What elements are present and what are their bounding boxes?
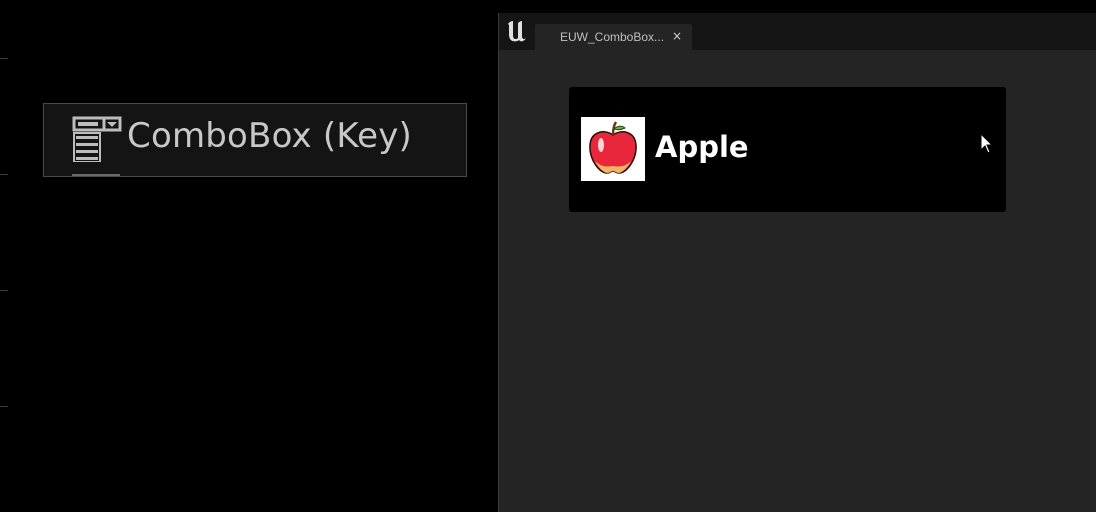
tab-euw-combobox[interactable]: EUW_ComboBox... × bbox=[535, 24, 692, 50]
selected-value: Apple bbox=[655, 130, 749, 164]
ruler-tick bbox=[0, 406, 8, 407]
editor-titlebar: EUW_ComboBox... × bbox=[499, 13, 1096, 50]
screen: ComboBox (Key) EUW_ComboBox... × Apple bbox=[0, 0, 1096, 512]
ruler-tick bbox=[0, 174, 8, 175]
ruler-tick bbox=[0, 290, 8, 291]
close-icon[interactable]: × bbox=[670, 28, 684, 44]
tab-label: EUW_ComboBox... bbox=[560, 30, 665, 44]
ruler-tick bbox=[0, 58, 8, 59]
combobox-preview[interactable]: Apple bbox=[569, 87, 1006, 212]
palette-item-label: ComboBox (Key) bbox=[127, 116, 413, 156]
editor-window: EUW_ComboBox... × Apple bbox=[498, 13, 1096, 512]
palette-next-item-edge bbox=[72, 174, 120, 176]
palette-item-combobox-key[interactable]: ComboBox (Key) bbox=[43, 103, 467, 177]
mouse-cursor-icon bbox=[980, 133, 994, 154]
unreal-engine-logo-icon[interactable] bbox=[504, 18, 530, 44]
combobox-icon bbox=[72, 116, 122, 162]
apple-icon bbox=[581, 117, 645, 181]
